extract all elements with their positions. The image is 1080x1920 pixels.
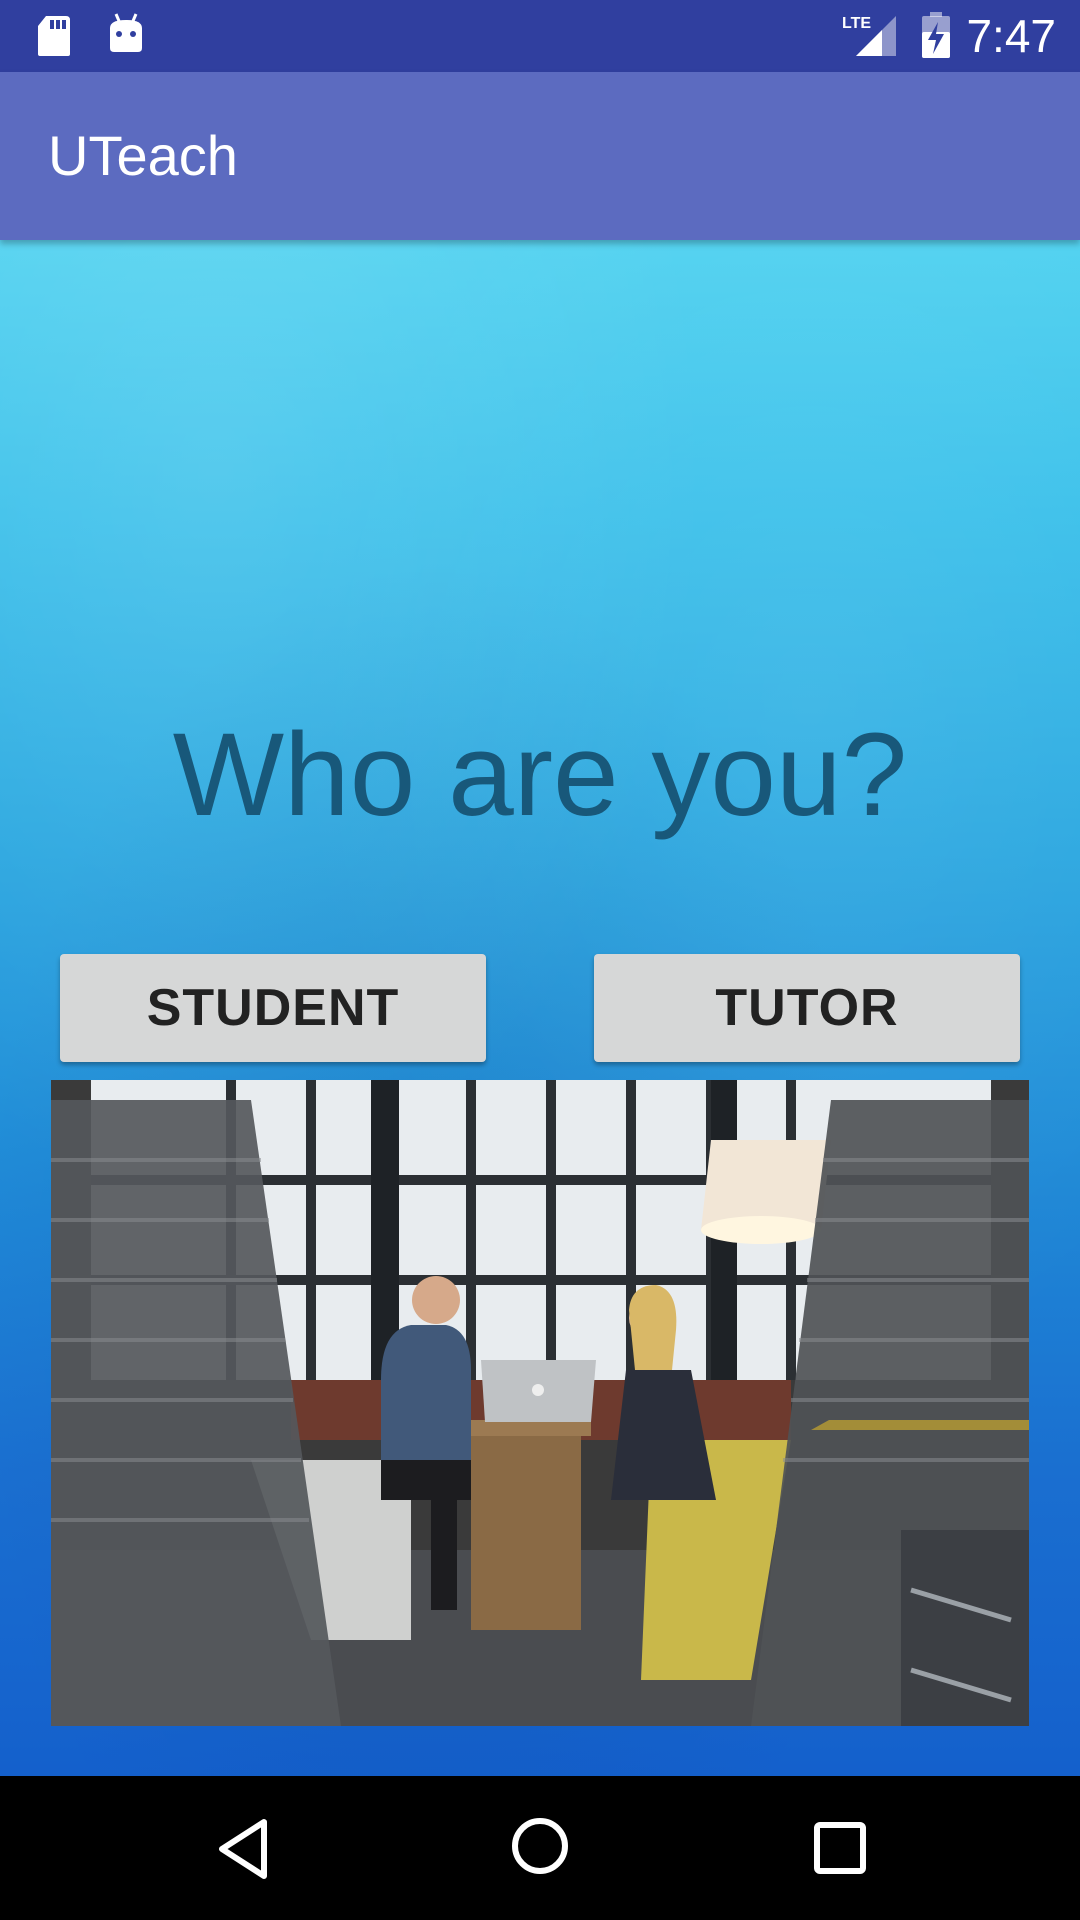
recents-icon[interactable] bbox=[812, 1820, 868, 1876]
navigation-bar bbox=[0, 1776, 1080, 1920]
student-button[interactable]: STUDENT bbox=[60, 954, 486, 1062]
hero-photo bbox=[51, 1080, 1029, 1726]
home-icon[interactable] bbox=[510, 1816, 570, 1876]
battery-charging-icon bbox=[922, 12, 950, 58]
status-clock: 7:47 bbox=[966, 10, 1056, 62]
back-icon[interactable] bbox=[214, 1816, 274, 1882]
status-bar: LTE 7:47 bbox=[0, 0, 1080, 72]
main-content: Who are you? STUDENT TUTOR bbox=[0, 240, 1080, 1776]
page-headline: Who are you? bbox=[172, 709, 908, 841]
lte-signal-icon: LTE bbox=[842, 15, 896, 56]
tutor-button[interactable]: TUTOR bbox=[594, 954, 1020, 1062]
app-title: UTeach bbox=[48, 124, 238, 187]
photo-illustration bbox=[51, 1080, 1029, 1726]
sd-card-icon bbox=[38, 16, 70, 56]
android-debug-icon bbox=[110, 13, 142, 52]
app-bar: UTeach bbox=[0, 72, 1080, 240]
svg-text:LTE: LTE bbox=[842, 15, 871, 32]
